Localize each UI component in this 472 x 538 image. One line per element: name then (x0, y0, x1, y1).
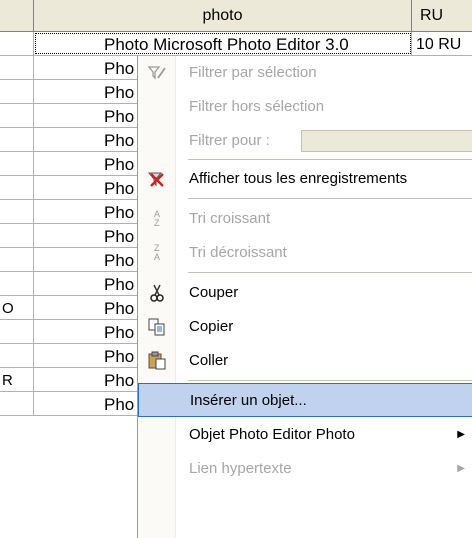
filter-for-input[interactable] (301, 130, 472, 152)
cut-icon (146, 283, 168, 303)
submenu-arrow-icon: ▶ (457, 429, 465, 440)
menu-item-hyperlink[interactable]: Lien hypertexte ▶ (138, 452, 472, 486)
menu-separator (188, 198, 472, 199)
menu-separator (188, 159, 472, 160)
table-cell[interactable] (0, 272, 34, 295)
table-cell[interactable] (0, 104, 34, 127)
menu-item-insert-object[interactable]: Insérer un objet... (138, 383, 472, 417)
remove-filter-icon (146, 169, 168, 189)
menu-item-label: Objet Photo Editor Photo (189, 426, 355, 443)
table-cell[interactable]: O (0, 296, 34, 319)
photo-cell[interactable]: Photo Microsoft Photo Editor 3.0 (34, 32, 412, 55)
menu-separator (188, 272, 472, 273)
table-cell[interactable] (0, 224, 34, 247)
menu-item-label: Lien hypertexte (189, 460, 292, 477)
menu-item-cut[interactable]: Couper (138, 276, 472, 310)
menu-item-label: Insérer un objet... (190, 392, 307, 409)
table-cell[interactable] (0, 176, 34, 199)
submenu-arrow-icon: ▶ (457, 463, 465, 474)
menu-item-paste[interactable]: Coller (138, 344, 472, 378)
menu-item-filter-for[interactable]: Filtrer pour : (138, 124, 472, 158)
filter-selection-icon (146, 63, 168, 83)
table-cell[interactable]: 10 RU (412, 32, 472, 55)
menu-separator (188, 380, 472, 381)
menu-item-label: Filtrer pour : (189, 132, 270, 149)
menu-item-label: Coller (189, 352, 229, 369)
table-cell[interactable] (0, 32, 34, 55)
column-header-photo[interactable]: photo (34, 0, 412, 32)
copy-icon (146, 317, 168, 337)
sort-ascending-icon: AZ (153, 209, 160, 228)
table-cell[interactable] (0, 392, 34, 415)
menu-item-sort-descending[interactable]: ZA Tri décroissant (138, 236, 472, 270)
menu-item-label: Tri décroissant (189, 244, 287, 261)
menu-item-photo-editor-object[interactable]: Objet Photo Editor Photo ▶ (138, 418, 472, 452)
menu-item-filter-excluding-selection[interactable]: Filtrer hors sélection (138, 90, 472, 124)
column-header-ru[interactable]: RU (412, 0, 472, 32)
menu-item-label: Copier (189, 318, 234, 335)
table-cell[interactable] (0, 56, 34, 79)
table-cell[interactable] (0, 200, 34, 223)
table-row[interactable]: Photo Microsoft Photo Editor 3.0 10 RU (0, 32, 472, 56)
table-cell[interactable] (0, 320, 34, 343)
table-cell[interactable] (0, 128, 34, 151)
table-cell[interactable] (0, 80, 34, 103)
menu-item-label: Tri croissant (189, 210, 271, 227)
table-cell[interactable]: R (0, 368, 34, 391)
menu-item-filter-by-selection[interactable]: Filtrer par sélection (138, 56, 472, 90)
table-cell[interactable] (0, 152, 34, 175)
column-header-1[interactable] (0, 0, 34, 32)
menu-item-label: Couper (189, 284, 239, 301)
paste-icon (146, 351, 168, 371)
table-cell[interactable] (0, 344, 34, 367)
menu-item-label: Filtrer par sélection (189, 64, 317, 81)
sort-descending-icon: ZA (153, 243, 160, 262)
menu-item-copy[interactable]: Copier (138, 310, 472, 344)
menu-item-label: Filtrer hors sélection (189, 98, 325, 115)
menu-item-label: Afficher tous les enregistrements (189, 170, 408, 187)
table-cell[interactable] (0, 248, 34, 271)
menu-item-show-all-records[interactable]: Afficher tous les enregistrements (138, 162, 472, 196)
context-menu: Filtrer par sélection Filtrer hors sélec… (137, 56, 472, 538)
menu-item-sort-ascending[interactable]: AZ Tri croissant (138, 202, 472, 236)
